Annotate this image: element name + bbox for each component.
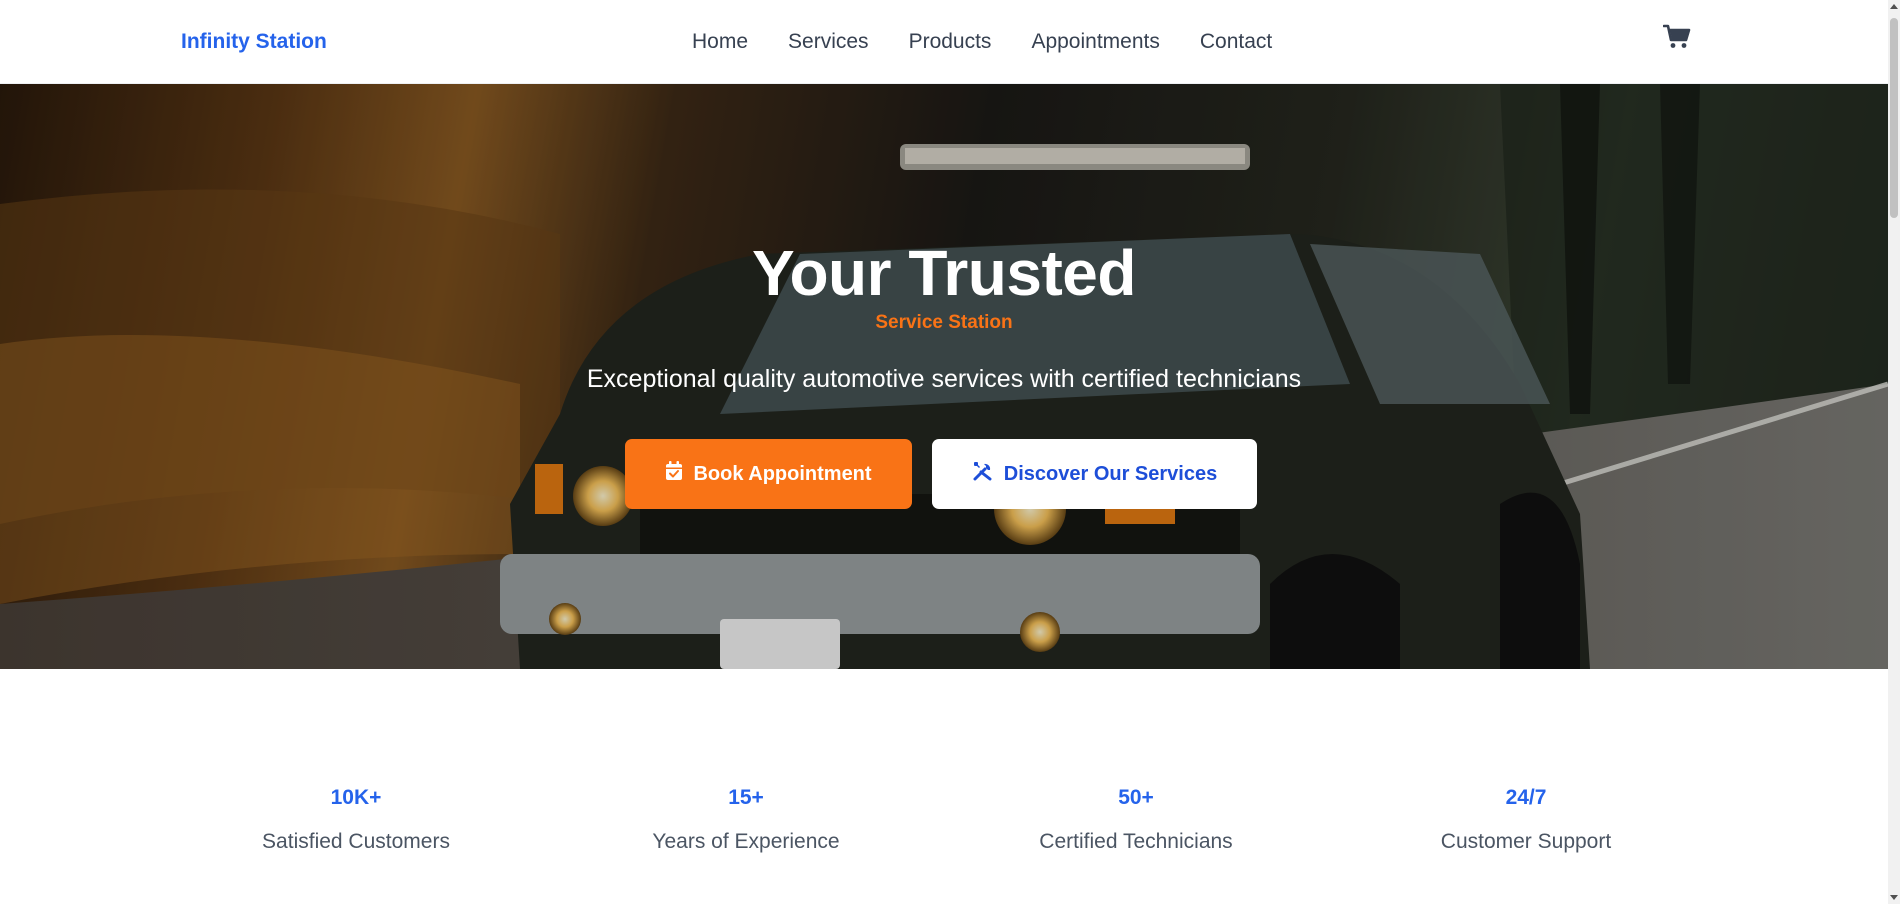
discover-services-button[interactable]: Discover Our Services [932,439,1257,509]
main-nav: Home Services Products Appointments Cont… [692,0,1272,84]
nav-appointments[interactable]: Appointments [1031,30,1159,54]
hero-tagline: Exceptional quality automotive services … [586,365,1302,393]
page-scrollbar[interactable] [1888,0,1900,904]
nav-home[interactable]: Home [692,30,748,54]
stat-label: Certified Technicians [1039,830,1233,853]
stat-value: 15+ [728,786,764,809]
brand-logo[interactable]: Infinity Station [181,0,327,84]
stats-section: 10K+ Satisfied Customers 15+ Years of Ex… [0,669,1888,904]
hero-title: Your Trusted [752,237,1136,309]
hero-subtitle: Service Station [875,312,1013,333]
stat-value: 50+ [1118,786,1154,809]
book-appointment-button[interactable]: Book Appointment [625,439,912,509]
site-header: Infinity Station Home Services Products … [0,0,1888,84]
scroll-down-arrow-icon[interactable] [1890,895,1898,900]
nav-services[interactable]: Services [788,30,869,54]
stat-value: 24/7 [1505,786,1547,809]
stat-value: 10K+ [330,786,382,809]
nav-contact[interactable]: Contact [1200,30,1272,54]
scrollbar-thumb[interactable] [1890,18,1898,218]
calendar-check-icon [665,461,683,487]
book-appointment-label: Book Appointment [693,462,872,485]
stat-label: Satisfied Customers [262,830,450,853]
scroll-up-arrow-icon[interactable] [1890,4,1898,9]
stat-label: Customer Support [1440,830,1612,853]
hero-section: Your Trusted Service Station Exceptional… [0,84,1888,669]
nav-products[interactable]: Products [909,30,992,54]
discover-services-label: Discover Our Services [1003,462,1218,485]
tools-icon [972,460,994,488]
stat-label: Years of Experience [652,830,840,853]
shopping-cart-icon[interactable] [1662,22,1692,52]
